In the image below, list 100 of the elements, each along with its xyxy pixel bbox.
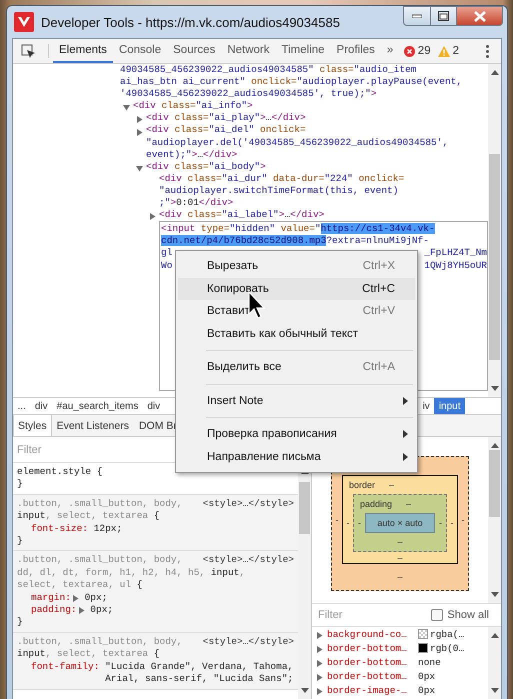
warning-count: 2 [452, 45, 459, 57]
source-link[interactable]: <style>…</style> [202, 554, 294, 567]
scrollbar[interactable] [488, 437, 501, 603]
sidebar-tab[interactable]: Event Listeners [52, 415, 134, 436]
box-label: border [349, 480, 376, 490]
menu-item[interactable]: Вырезать Ctrl+X [178, 255, 415, 278]
expand-triangle-icon[interactable] [149, 213, 156, 220]
source-link[interactable]: <style>…</style> [202, 498, 294, 510]
code-line: <div class="ai_play">…</div> [146, 112, 307, 124]
panel-tab[interactable]: Profiles [330, 39, 381, 63]
css-property-name: border-image-… [327, 684, 408, 696]
css-property-value: 0px; [84, 592, 108, 604]
css-property-value: 0px [418, 684, 436, 696]
source-link[interactable]: <style>…</style> [202, 636, 294, 648]
code-line: ai_has_btn ai_current" onclick="audioplayer.playPause(event, [120, 76, 464, 88]
scrollbar[interactable] [488, 64, 501, 397]
css-property-name: border-bottom… [327, 656, 408, 668]
expand-triangle-icon[interactable] [72, 594, 79, 602]
code-line: <div class="ai_del" onclick= [146, 124, 307, 137]
css-property-value: 0px [418, 670, 436, 682]
css-property-value: "Lucida Grande", Verdana, Tahoma, Arial, sans-serif, "Lucida Sans"; [105, 660, 294, 686]
panel-tab[interactable]: Network [221, 39, 276, 63]
box-value: - [336, 514, 338, 524]
maximize-button[interactable] [430, 6, 457, 26]
code-line: "audioplayer.switchTimeFormat(this, event) [159, 184, 400, 198]
css-selector: input, select, textarea { [17, 510, 160, 523]
code-text: Wo [161, 260, 172, 272]
app-logo-icon [14, 12, 34, 32]
css-brace: } [17, 616, 24, 629]
window-title: Developer Tools - https://m.vk.com/audios49034585 [41, 14, 340, 30]
css-selector: dd, dl, dt, form, h1, h2, h4, h5, input, [17, 566, 246, 580]
menu-item[interactable]: Выделить все Ctrl+A [178, 356, 415, 378]
expand-triangle-icon[interactable] [136, 164, 143, 172]
panel-tab[interactable]: Timeline [276, 39, 331, 63]
css-property-name: border-bottom… [327, 670, 408, 682]
css-brace: } [17, 535, 24, 548]
css-selector: .button, .small_button, body, [17, 636, 182, 648]
box-value: – [397, 552, 402, 562]
checkbox[interactable] [431, 609, 444, 621]
code-line: <div class="ai_body"> [146, 160, 267, 173]
menu-item[interactable]: Копировать Ctrl+C [178, 278, 415, 300]
css-property-value: none [418, 656, 441, 668]
submenu-arrow-icon [402, 396, 408, 405]
box-value: - [450, 518, 454, 528]
checkbox-label: Show all [447, 609, 489, 621]
css-selector: select, textarea, ul { [17, 579, 142, 592]
box-value: – [397, 572, 402, 582]
submenu-arrow-icon [402, 452, 408, 461]
breadcrumb[interactable]: div [142, 398, 165, 414]
css-selector: .button, .small_button, body, [17, 498, 182, 510]
close-icon [474, 10, 486, 22]
breadcrumb[interactable]: input [434, 398, 465, 414]
breadcrumb[interactable]: #au_search_items [52, 398, 143, 414]
minimize-button[interactable] [403, 6, 431, 26]
code-line: '49034585_456239022_audios49034585', true);"> [120, 88, 378, 100]
code-text: gl [161, 247, 172, 260]
code-line: <div class="ai_dur" data-dur="224" onclick= [159, 172, 406, 185]
code-line: <div class="ai_label">…</div> [159, 209, 326, 222]
code-line: ;">0:01</div> [159, 197, 234, 210]
error-icon [404, 46, 415, 56]
code-line: event);">…</div> [146, 148, 238, 161]
breadcrumb[interactable]: div [30, 398, 52, 414]
css-property-value: 12px; [94, 522, 122, 536]
expand-triangle-icon[interactable] [78, 607, 85, 614]
css-property-name: margin: [31, 592, 71, 604]
panel-tab[interactable]: Elements [53, 39, 113, 63]
breadcrumb[interactable]: iv [418, 398, 434, 414]
css-property-value: rgba(… [430, 628, 464, 640]
more-tabs-button[interactable]: » [380, 39, 400, 63]
warning-icon [438, 46, 450, 56]
breadcrumb[interactable]: ... [13, 398, 30, 414]
box-value: – [397, 537, 402, 547]
submenu-arrow-icon [402, 430, 408, 438]
box-value: – [389, 480, 394, 490]
scrollbar[interactable] [488, 627, 501, 699]
code-text: 1QWj8YH5oUR [424, 260, 487, 272]
color-swatch [418, 629, 428, 639]
maximize-icon [438, 11, 449, 21]
code-line: cdn.net/p4/b76bd28c52d908.mp3?extra=nlnuMi9jNf- [161, 235, 430, 248]
code-line: 49034585_456239022_audios49034585" class="audio_item [120, 64, 418, 76]
expand-triangle-icon[interactable] [123, 104, 130, 112]
menu-item[interactable]: Insert Note [178, 390, 415, 412]
close-button[interactable] [456, 6, 503, 26]
panel-tab[interactable]: Sources [167, 39, 222, 63]
box-value: - [462, 514, 464, 524]
expand-triangle-icon[interactable] [136, 116, 143, 124]
box-value: – [406, 499, 412, 509]
box-value: - [439, 518, 442, 528]
panel-tab[interactable]: Console [112, 39, 168, 63]
css-property-value: 0px; [90, 604, 114, 616]
css-property-name: border-bottom… [327, 642, 408, 654]
sidebar-tab[interactable]: Styles [13, 415, 52, 436]
code-line: <input type="hidden" value="https://cs1-34v4.vk- [161, 223, 436, 236]
expand-triangle-icon[interactable] [136, 128, 143, 136]
menu-item[interactable]: Вставит Ctrl+V [178, 300, 415, 322]
menu-item[interactable]: Вставить как обычный текст [178, 322, 415, 345]
box-label: padding [360, 499, 392, 509]
box-value: - [358, 518, 361, 528]
minimize-icon [412, 14, 422, 18]
css-property-name: font-family: [31, 660, 100, 674]
